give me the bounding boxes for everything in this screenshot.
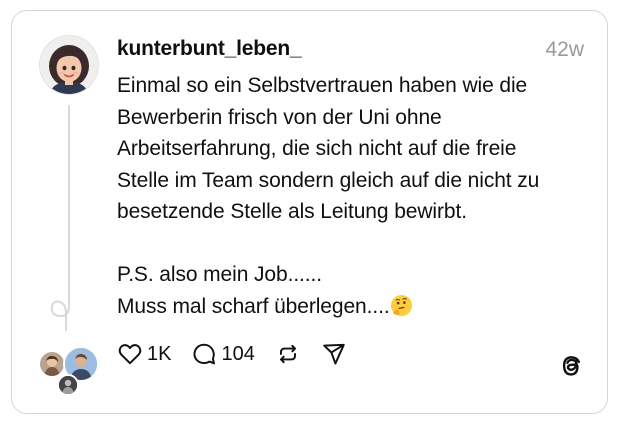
repost-icon [279, 344, 296, 364]
heart-icon [118, 344, 142, 365]
repost-button[interactable] [275, 341, 301, 367]
thread-curl-icon [50, 293, 70, 331]
avatar-icon [59, 376, 77, 394]
share-button[interactable] [321, 341, 347, 367]
post-body: Einmal so ein Selbstvertrauen haben wie … [117, 74, 540, 318]
avatar-icon [40, 36, 98, 94]
like-count: 1K [147, 342, 172, 365]
thread-line [68, 105, 70, 305]
replier-avatar-1 [38, 350, 66, 378]
like-button[interactable]: 1K [117, 341, 171, 367]
thinking-emoji [390, 294, 413, 327]
author-username[interactable]: kunterbunt_leben_ [117, 37, 302, 61]
thinking-face-icon [390, 294, 412, 316]
reply-button[interactable]: 104 [191, 341, 255, 367]
post-timestamp: 42w [545, 38, 584, 61]
reply-count: 104 [221, 342, 255, 365]
comment-icon [193, 343, 216, 365]
reply-avatars[interactable] [38, 346, 99, 396]
avatar-icon [44, 355, 60, 376]
threads-logo-icon[interactable] [558, 352, 584, 380]
author-avatar[interactable] [40, 36, 98, 94]
post-text: Einmal so ein Selbstvertrauen haben wie … [117, 70, 587, 326]
send-icon [323, 343, 345, 365]
action-bar: 1K 104 [117, 339, 367, 369]
replier-avatar-3 [57, 374, 79, 396]
